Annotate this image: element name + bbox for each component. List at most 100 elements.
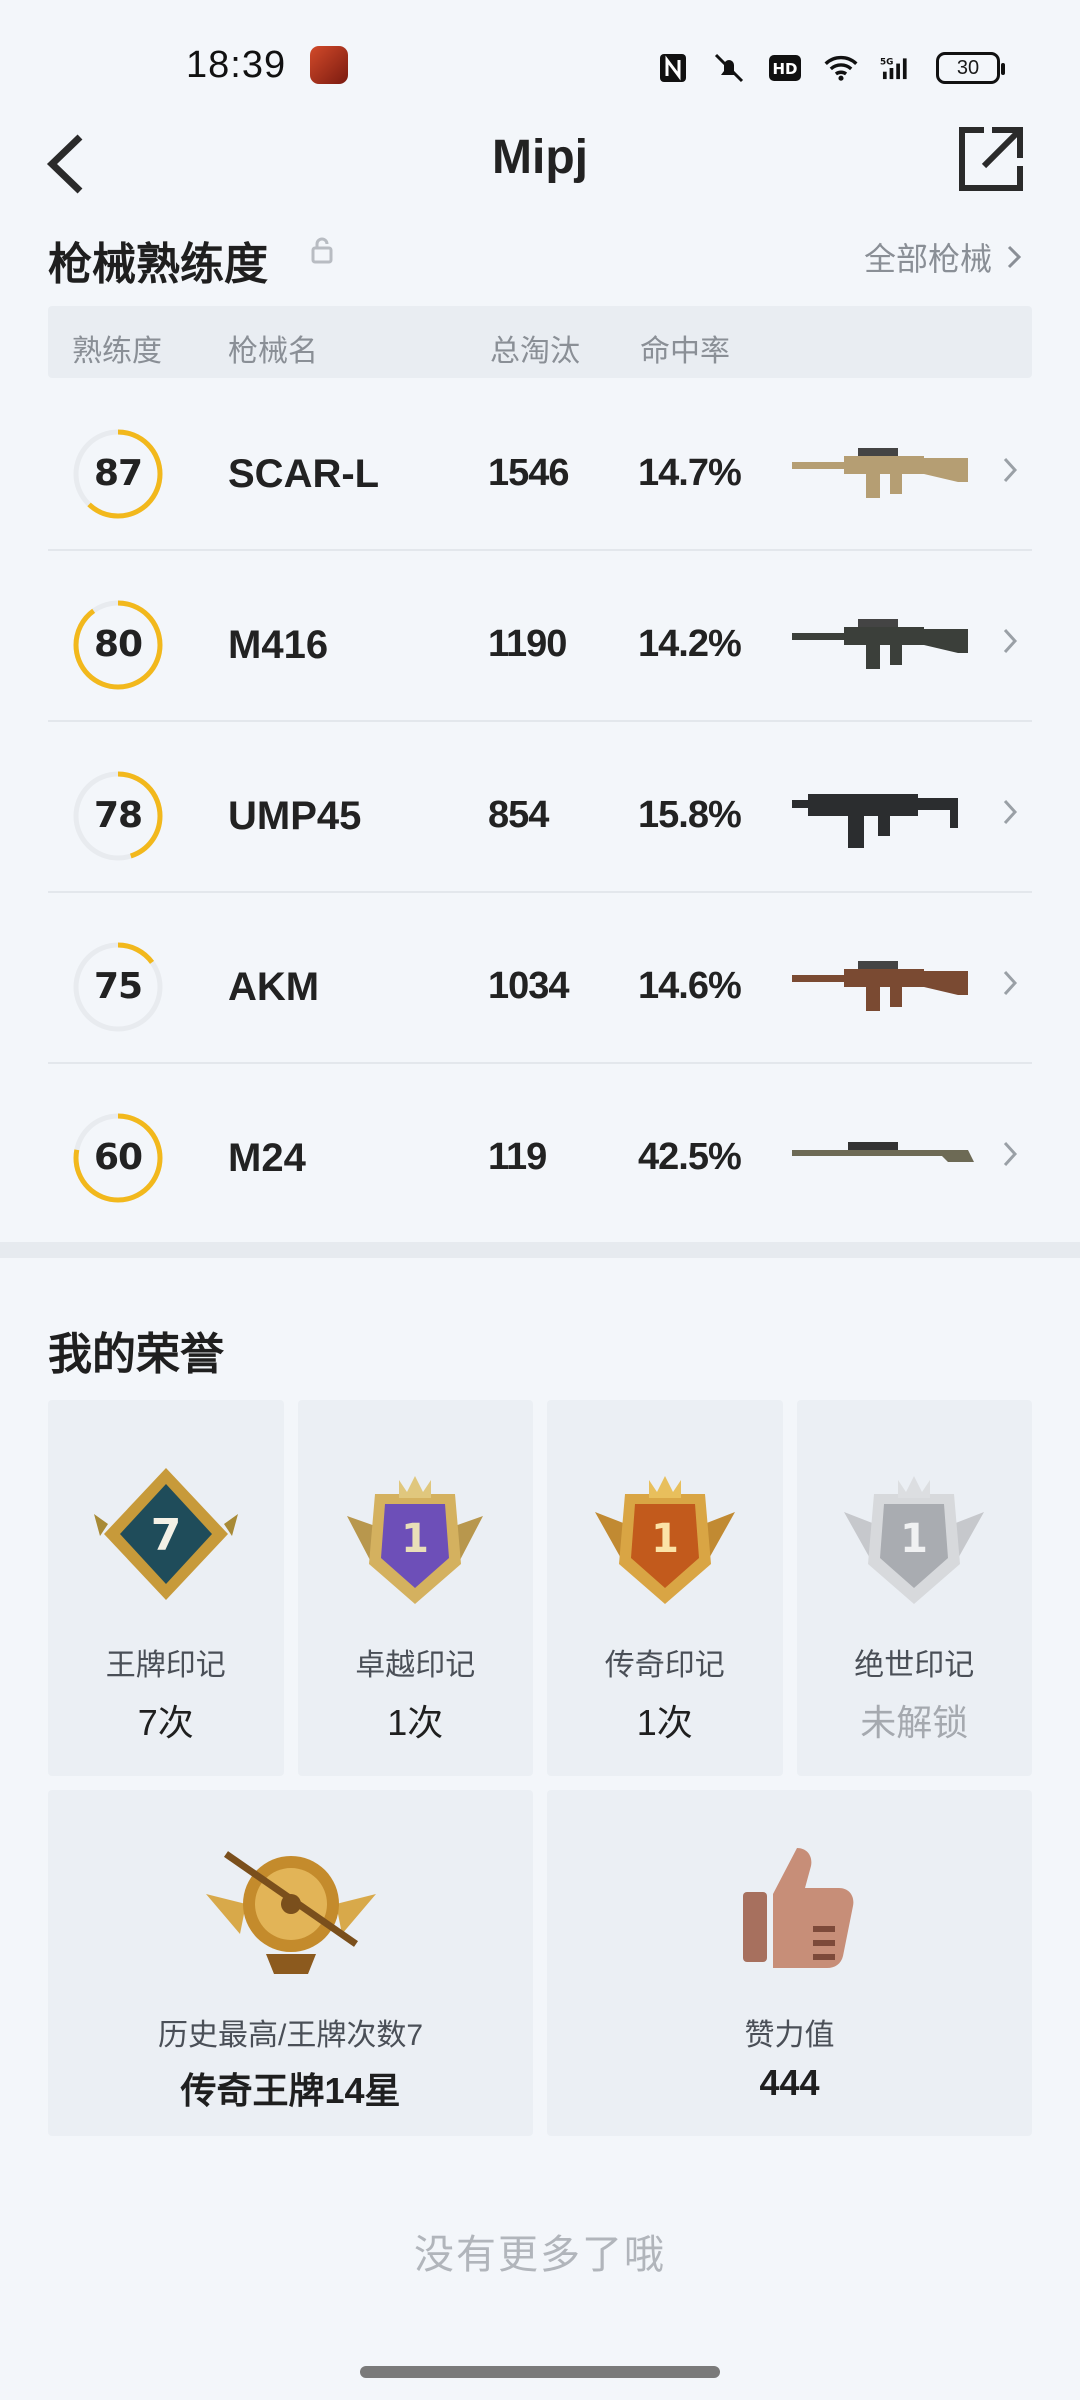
honor-card-legend[interactable]: 1 传奇印记 1次 — [547, 1400, 783, 1776]
wifi-icon — [824, 51, 858, 85]
rifle-icon — [792, 961, 968, 1011]
hd-icon: HD — [768, 51, 802, 85]
weapon-row[interactable]: 80 M416 1190 14.2% — [48, 551, 1032, 722]
status-bar: 18:39 HD 5G 30 — [0, 0, 1080, 120]
honor-value: 1次 — [387, 1702, 444, 1743]
weapon-row[interactable]: 87 SCAR-L 1546 14.7% — [48, 380, 1032, 551]
weapon-row[interactable]: 75 AKM 1034 14.6% — [48, 893, 1032, 1064]
honor-value: 未解锁 — [860, 1702, 969, 1743]
weapon-table-header: 熟练度 枪械名 总淘汰 命中率 — [48, 306, 1032, 378]
honor-label: 赞力值 — [744, 2019, 835, 2052]
nfc-icon — [656, 51, 690, 85]
honor-section-title: 我的荣誉 — [48, 1330, 224, 1379]
weapon-name: SCAR-L — [228, 452, 380, 496]
excellence-badge-icon: 1 — [347, 1476, 484, 1604]
weapon-kills: 119 — [488, 1136, 547, 1178]
weapon-name: M24 — [228, 1136, 306, 1180]
col-accuracy: 命中率 — [640, 335, 730, 368]
mastery-value: 87 — [93, 453, 143, 494]
no-more-text: 没有更多了哦 — [414, 2233, 666, 2277]
status-time: 18:39 — [186, 44, 287, 86]
mastery-ring: 75 — [70, 939, 166, 1035]
thumbs-up-icon — [742, 1848, 853, 1968]
rifle-icon — [792, 448, 968, 498]
weapon-accuracy: 14.6% — [638, 965, 742, 1007]
honor-card-highest-rank[interactable]: 历史最高/王牌次数7 传奇王牌14星 — [48, 1790, 533, 2136]
honor-card-likes[interactable]: 赞力值 444 — [547, 1790, 1032, 2136]
honor-label: 王牌印记 — [105, 1649, 226, 1682]
chevron-right-icon — [1003, 457, 1018, 483]
rifle-icon — [792, 619, 968, 669]
chevron-right-icon — [1003, 970, 1018, 996]
all-weapons-link[interactable]: 全部枪械 — [864, 234, 1022, 280]
honor-label: 绝世印记 — [854, 1649, 975, 1682]
section-divider — [0, 1242, 1080, 1258]
share-button[interactable] — [954, 122, 1028, 196]
honor-value: 1次 — [636, 1702, 693, 1743]
mastery-ring: 60 — [70, 1110, 166, 1206]
all-weapons-label: 全部枪械 — [863, 241, 992, 277]
home-indicator[interactable] — [360, 2366, 720, 2378]
battery-icon: 30 — [936, 52, 1005, 84]
chevron-right-icon — [1003, 799, 1018, 825]
weapon-kills: 1034 — [488, 965, 570, 1007]
mute-icon — [712, 51, 746, 85]
share-icon — [959, 127, 1023, 191]
badge-number: 1 — [651, 1516, 679, 1562]
sniper-rifle-icon — [792, 1142, 974, 1162]
page-title: Mipj — [492, 131, 588, 184]
honor-label: 卓越印记 — [355, 1649, 476, 1682]
peerless-badge-icon: 1 — [844, 1476, 985, 1604]
badge-number: 1 — [401, 1516, 429, 1562]
weapon-name: UMP45 — [228, 794, 362, 838]
badge-number: 1 — [900, 1516, 928, 1562]
ace-badge-icon: 7 — [93, 1468, 238, 1600]
honor-grid-secondary: 历史最高/王牌次数7 传奇王牌14星 赞力值 444 — [48, 1790, 1032, 2136]
weapon-kills: 1546 — [488, 452, 570, 494]
col-mastery: 熟练度 — [72, 335, 162, 368]
mastery-value: 75 — [93, 966, 143, 1007]
signal-5g-icon: 5G — [880, 51, 914, 85]
status-icons: HD 5G 30 — [656, 48, 1005, 88]
honor-card-ace[interactable]: 7 王牌印记 7次 — [48, 1400, 284, 1776]
weapon-accuracy: 42.5% — [638, 1136, 742, 1178]
honor-grid: 7 王牌印记 7次 1 卓越印记 1次 1 传奇印记 1次 1 绝世印记 未解锁 — [48, 1400, 1032, 1776]
smg-icon — [792, 794, 958, 848]
mastery-value: 60 — [93, 1137, 143, 1178]
weapon-name: AKM — [228, 965, 320, 1009]
legend-badge-icon: 1 — [594, 1476, 735, 1604]
chevron-right-icon — [1003, 1141, 1018, 1167]
honor-value: 7次 — [137, 1702, 194, 1743]
weapon-section-header: 枪械熟练度 全部枪械 — [48, 228, 1032, 289]
header: Mipj — [0, 118, 1080, 238]
mastery-ring: 80 — [70, 597, 166, 693]
weapon-kills: 854 — [488, 794, 549, 836]
mastery-value: 78 — [93, 795, 143, 836]
col-weapon-name: 枪械名 — [228, 335, 318, 368]
game-app-icon — [310, 46, 348, 84]
honor-card-peerless[interactable]: 1 绝世印记 未解锁 — [796, 1400, 1032, 1776]
chevron-right-icon — [1007, 245, 1022, 269]
mastery-ring: 87 — [70, 426, 166, 522]
honor-value: 传奇王牌14星 — [180, 2070, 401, 2111]
chevron-right-icon — [1003, 628, 1018, 654]
weapon-accuracy: 15.8% — [638, 794, 742, 836]
weapon-accuracy: 14.7% — [638, 452, 742, 494]
badge-number: 7 — [150, 1510, 181, 1561]
weapon-kills: 1190 — [488, 623, 567, 665]
weapon-list: 87 SCAR-L 1546 14.7% 80 M416 1190 14.2% … — [48, 380, 1032, 1235]
weapon-name: M416 — [228, 623, 329, 667]
rank-badge-icon — [205, 1851, 376, 1974]
honor-label: 历史最高/王牌次数7 — [157, 2019, 424, 2052]
weapon-row[interactable]: 60 M24 119 42.5% — [48, 1064, 1032, 1235]
svg-text:5G: 5G — [880, 57, 893, 67]
mastery-ring: 78 — [70, 768, 166, 864]
honor-label: 传奇印记 — [604, 1649, 725, 1682]
weapon-accuracy: 14.2% — [638, 623, 742, 665]
honor-card-excellence[interactable]: 1 卓越印记 1次 — [297, 1400, 533, 1776]
lock-icon[interactable] — [310, 236, 334, 269]
col-kills: 总淘汰 — [490, 335, 580, 368]
svg-text:HD: HD — [772, 60, 797, 78]
honor-value: 444 — [759, 2062, 820, 2103]
weapon-row[interactable]: 78 UMP45 854 15.8% — [48, 722, 1032, 893]
